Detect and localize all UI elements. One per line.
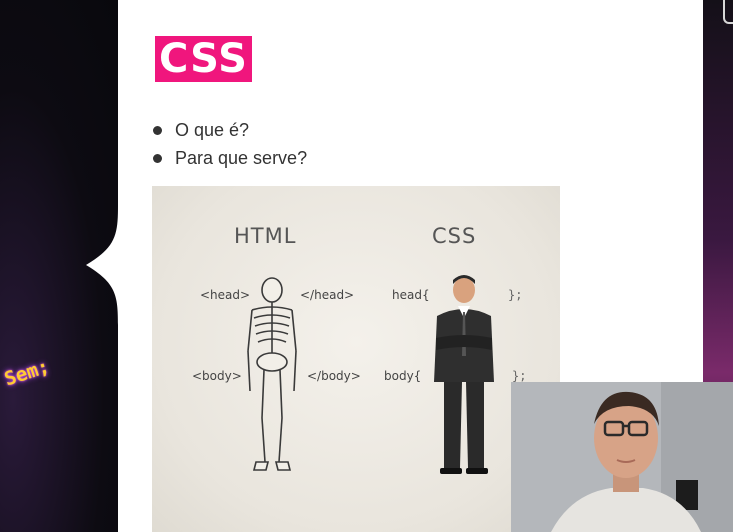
- head-open-tag: <head>: [200, 288, 251, 302]
- illustration-drawing: [247, 275, 494, 474]
- html-heading: HTML: [234, 224, 297, 248]
- css-head-selector: head{: [392, 288, 430, 302]
- skeleton-icon: [247, 277, 297, 471]
- bullet-item: Para que serve?: [152, 146, 307, 174]
- html-css-illustration: HTML CSS <head> </head> <body> </body> h…: [152, 186, 560, 532]
- slide-notch-shape: [86, 205, 142, 325]
- css-head-close: };: [508, 288, 523, 302]
- presenter-icon: [511, 382, 733, 532]
- corner-bracket-icon: [723, 0, 733, 24]
- body-open-tag: <body>: [192, 369, 242, 383]
- css-heading: CSS: [432, 224, 477, 248]
- body-close-tag: </body>: [307, 369, 361, 383]
- slide-title: CSS: [159, 36, 248, 82]
- bullet-list: O que é? Para que serve?: [152, 118, 307, 174]
- css-body-selector: body{: [384, 369, 422, 383]
- bullet-item: O que é?: [152, 118, 307, 146]
- businessman-icon: [434, 275, 494, 474]
- webcam-overlay: [511, 382, 733, 532]
- head-close-tag: </head>: [300, 288, 355, 302]
- slide-title-badge: CSS: [155, 36, 252, 82]
- css-body-close: };: [512, 369, 527, 383]
